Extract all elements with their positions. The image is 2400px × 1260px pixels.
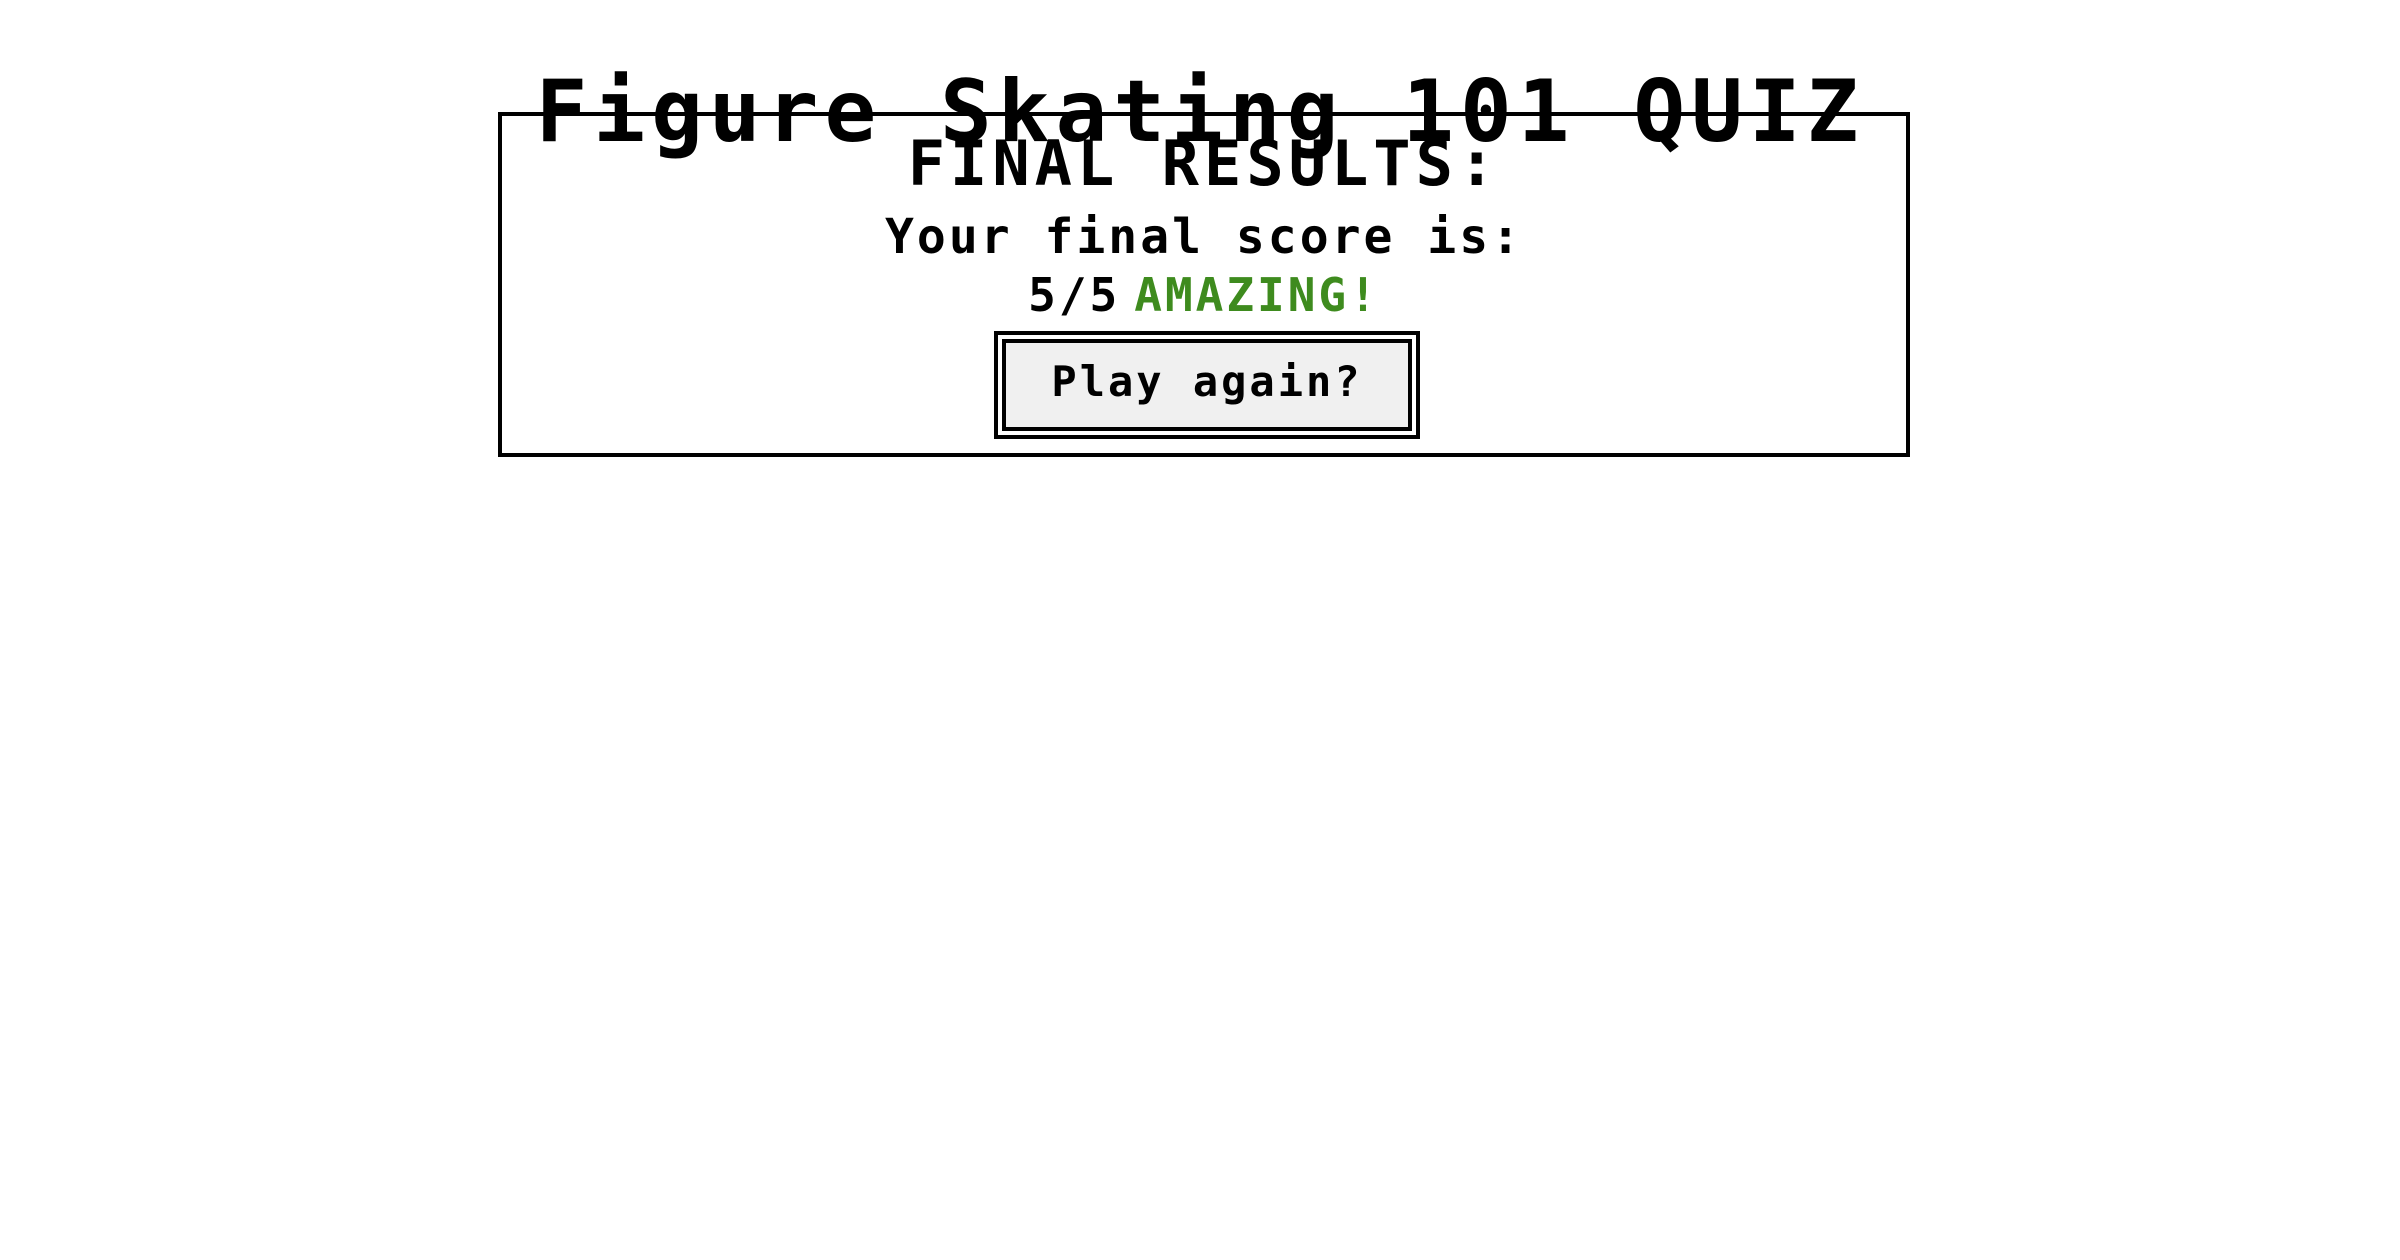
score-line: 5/5 AMAZING!: [502, 266, 1906, 324]
play-again-button[interactable]: Play again?: [994, 331, 1420, 439]
results-heading: FINAL RESULTS:: [907, 127, 1501, 200]
score-label: Your final score is:: [885, 209, 1523, 265]
score-value: 5/5: [1028, 268, 1121, 322]
play-again-label: Play again?: [1006, 343, 1408, 427]
score-rating: AMAZING!: [1134, 268, 1380, 322]
final-results-panel: FINAL RESULTS: Your final score is: 5/5 A…: [498, 112, 1910, 457]
